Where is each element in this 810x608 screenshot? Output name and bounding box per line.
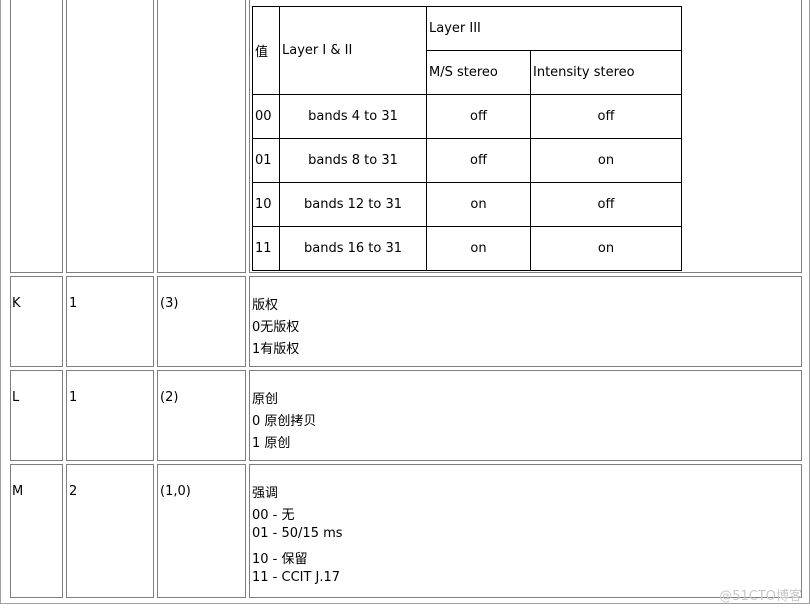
row-l-len-cell: [66, 370, 154, 461]
row3-layer12: bands 16 to 31: [279, 226, 427, 271]
row-k-desc-cell: [249, 276, 802, 367]
row1-ms: off: [426, 138, 531, 183]
row-l-pos-cell: [157, 370, 246, 461]
cell-text: 10: [255, 197, 272, 212]
cell-text: bands 16 to 31: [303, 241, 402, 256]
top-row-id-cell: [10, 0, 63, 273]
row0-value: 00: [252, 94, 280, 139]
header-layer12: Layer I & II: [279, 6, 427, 95]
row2-intensity: off: [530, 182, 682, 227]
cell-text: off: [597, 197, 615, 212]
row-m-desc-line: 00 - 无: [252, 508, 295, 523]
cell-text: bands 8 to 31: [308, 153, 398, 168]
header-intensity-label: Intensity stereo: [533, 65, 635, 80]
cell-text: off: [470, 109, 487, 124]
row-m-position: (1,0): [160, 484, 191, 499]
cell-text: on: [597, 241, 615, 256]
header-value: 值: [252, 6, 280, 95]
row1-intensity: on: [530, 138, 682, 183]
top-row-pos-cell: [157, 0, 246, 273]
row1-value: 01: [252, 138, 280, 183]
cell-text: bands 4 to 31: [308, 109, 398, 124]
row-l-desc-cell: [249, 370, 802, 461]
cell-text: on: [470, 241, 487, 256]
cell-text: on: [470, 197, 487, 212]
row0-intensity: off: [530, 94, 682, 139]
row1-layer12: bands 8 to 31: [279, 138, 427, 183]
row-l-id: L: [12, 390, 20, 405]
row-k-desc-title: 版权: [252, 298, 279, 313]
row-l-desc-line: 0 原创拷贝: [252, 414, 317, 429]
row3-intensity: on: [530, 226, 682, 271]
cell-text: bands 12 to 31: [303, 197, 402, 212]
row-l-position: (2): [160, 390, 179, 405]
row-m-desc-line: 10 - 保留: [252, 552, 308, 567]
row3-ms: on: [426, 226, 531, 271]
row-m-length: 2: [69, 484, 78, 499]
cell-text: off: [597, 109, 615, 124]
row2-value: 10: [252, 182, 280, 227]
cell-text: 11: [255, 241, 272, 256]
row2-layer12: bands 12 to 31: [279, 182, 427, 227]
cell-text: off: [470, 153, 487, 168]
row-k-id: K: [12, 296, 21, 311]
header-intensity-stereo: Intensity stereo: [530, 50, 682, 95]
row-m-len-cell: [66, 464, 154, 598]
cell-text: 00: [255, 109, 272, 124]
row-k-len-cell: [66, 276, 154, 367]
row-l-id-cell: [10, 370, 63, 461]
row-l-desc-line: 1 原创: [252, 436, 291, 451]
row-k-id-cell: [10, 276, 63, 367]
row2-ms: on: [426, 182, 531, 227]
top-row-len-cell: [66, 0, 154, 273]
row-l-desc-title: 原创: [252, 392, 279, 407]
row-m-desc-line: 11 - CCIT J.17: [252, 570, 341, 585]
row-l-length: 1: [69, 390, 78, 405]
header-ms-stereo: M/S stereo: [426, 50, 531, 95]
row-k-desc-line: 0无版权: [252, 320, 300, 335]
watermark: @51CTO博客: [719, 589, 802, 604]
row-m-desc-line: 01 - 50/15 ms: [252, 526, 343, 541]
row-k-position: (3): [160, 296, 179, 311]
header-ms-label: M/S stereo: [429, 65, 498, 80]
row3-value: 11: [252, 226, 280, 271]
row-k-length: 1: [69, 296, 78, 311]
header-layer12-label: Layer I & II: [282, 43, 353, 58]
cell-text: on: [597, 153, 615, 168]
row0-layer12: bands 4 to 31: [279, 94, 427, 139]
row-k-pos-cell: [157, 276, 246, 367]
row0-ms: off: [426, 94, 531, 139]
cell-text: 01: [255, 153, 272, 168]
row-k-desc-line: 1有版权: [252, 342, 300, 357]
header-layer3: Layer III: [426, 6, 682, 51]
row-m-desc-title: 强调: [252, 486, 279, 501]
header-layer3-label: Layer III: [429, 21, 481, 36]
row-m-id: M: [12, 484, 24, 499]
header-value-label: 值: [255, 45, 269, 60]
